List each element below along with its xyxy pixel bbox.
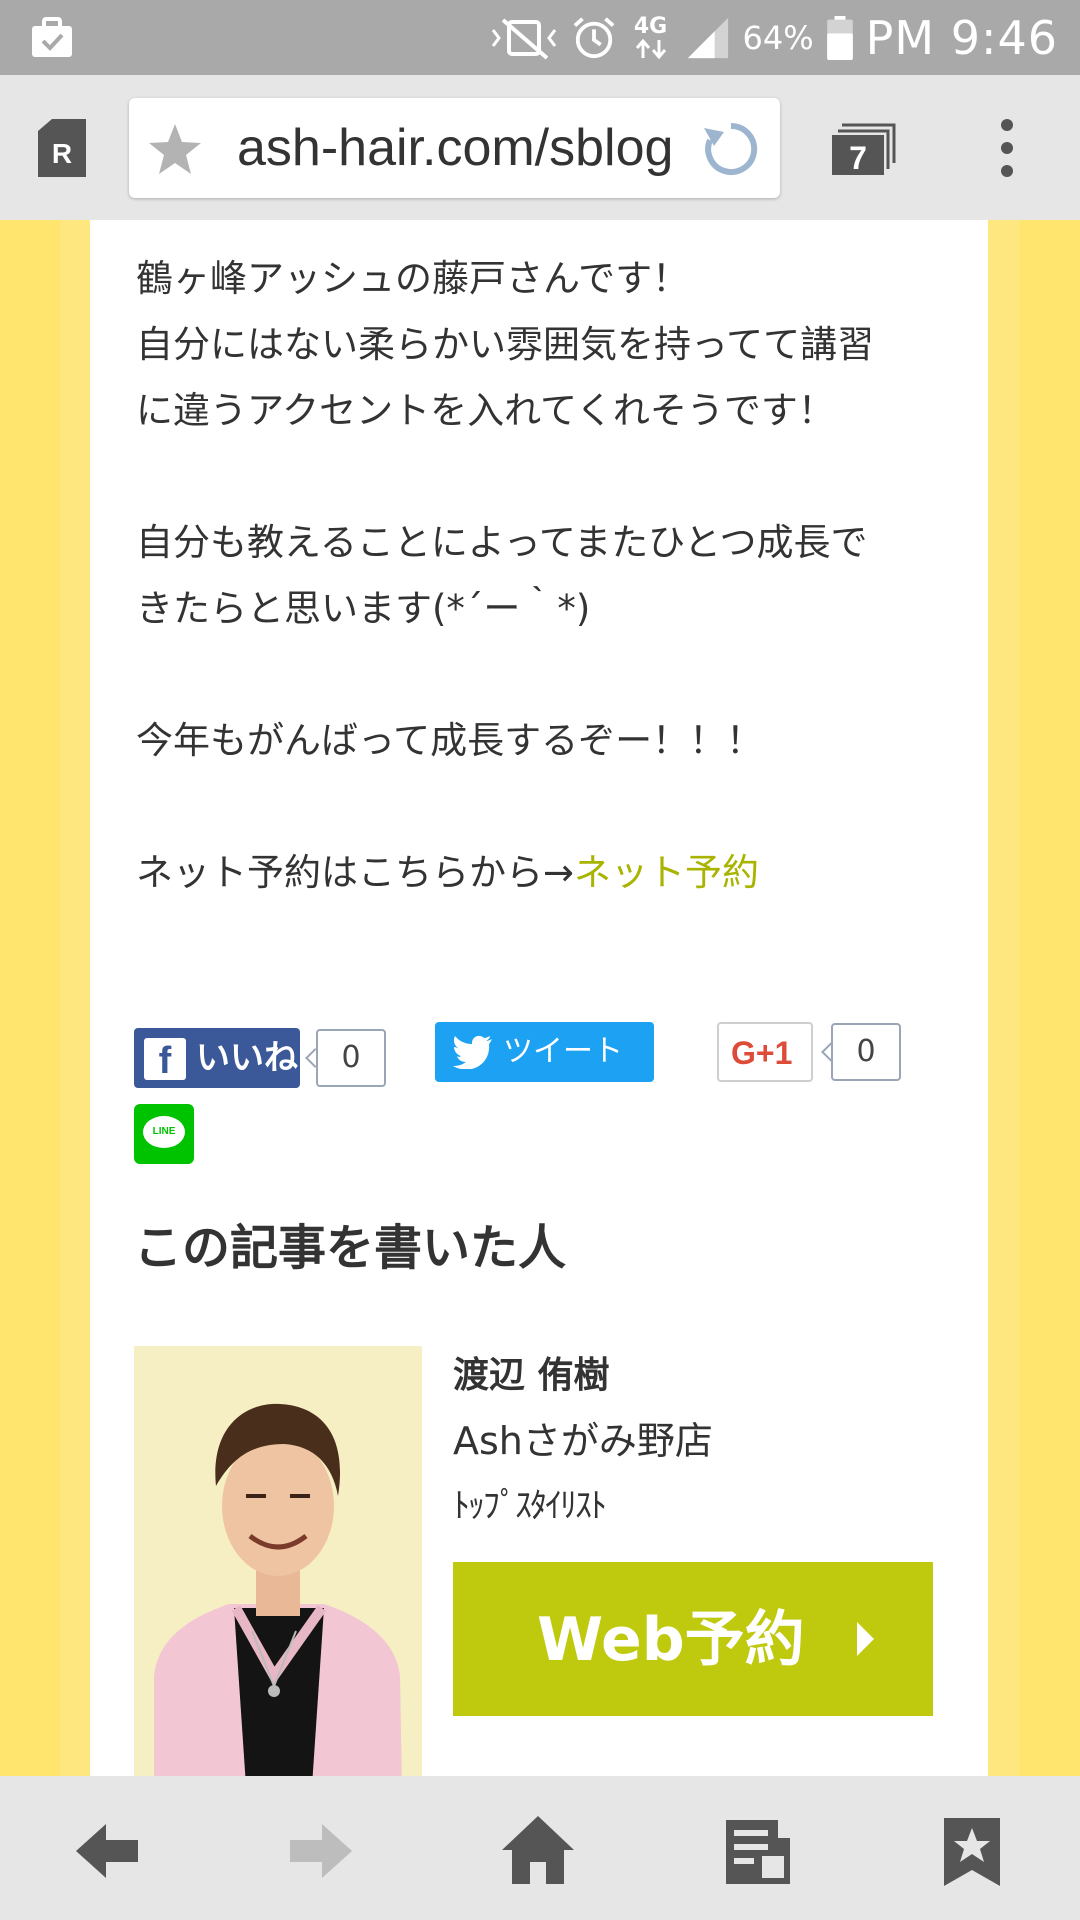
author-portrait-image <box>134 1346 422 1776</box>
facebook-like-button[interactable]: f いいね <box>134 1028 300 1088</box>
reader-mode-icon[interactable]: R <box>36 117 88 179</box>
browser-toolbar: R ash-hair.com/sblog 7 <box>0 75 1080 220</box>
briefcase-check-icon <box>32 17 72 57</box>
article-paragraph-3: 今年もがんばって成長するぞー！！！ <box>136 708 956 774</box>
article-paragraph-1: 鶴ヶ峰アッシュの藤戸さんです！ 自分にはない柔らかい雰囲気を持ってて講習 に違う… <box>136 246 956 444</box>
google-plus-label: G+1 <box>731 1035 793 1071</box>
tweet-button[interactable]: ツイート <box>435 1022 654 1082</box>
facebook-like-count: 0 <box>316 1029 386 1087</box>
alarm-icon <box>573 16 614 58</box>
author-shop: Ashさがみ野店 <box>453 1419 713 1463</box>
chevron-right-icon <box>857 1622 874 1656</box>
browser-bottom-bar <box>0 1776 1080 1920</box>
facebook-like-label: いいね <box>196 1038 298 1078</box>
article-paragraph-2: 自分も教えることによってまたひとつ成長で きたらと思います(*´ー｀*) <box>136 510 956 642</box>
saved-pages-icon[interactable] <box>722 1816 794 1888</box>
reservation-line: ネット予約はこちらから→ネット予約 <box>136 840 956 906</box>
tweet-label: ツイート <box>503 1034 623 1069</box>
clock: PM 9:46 <box>865 10 1058 65</box>
tab-count: 7 <box>849 140 867 175</box>
bookmarks-icon[interactable] <box>942 1816 1002 1888</box>
reservation-prefix: ネット予約はこちらから→ <box>136 851 575 894</box>
vibrate-mute-icon <box>491 17 556 60</box>
google-plus-count: 0 <box>831 1023 901 1081</box>
signal-icon <box>687 17 728 58</box>
network-type: 4G <box>633 13 668 39</box>
status-bar: 4G 64% PM 9:46 <box>0 0 1080 75</box>
address-bar[interactable]: ash-hair.com/sblog <box>129 98 780 198</box>
text-line: きたらと思います(*´ー｀*) <box>136 587 591 630</box>
twitter-bird-icon <box>453 1035 492 1069</box>
home-icon[interactable] <box>500 1812 576 1888</box>
battery-percent: 64% <box>742 18 814 57</box>
text-line: に違うアクセントを入れてくれそうです！ <box>136 389 835 432</box>
google-plus-button[interactable]: G+1 <box>717 1022 813 1082</box>
line-share-button[interactable]: LINE <box>134 1104 194 1164</box>
right-yellow-band <box>1020 220 1080 1776</box>
facebook-icon: f <box>144 1038 186 1082</box>
reader-letter: R <box>52 138 72 169</box>
text-line: 今年もがんばって成長するぞー！！！ <box>136 719 764 762</box>
article-content: 鶴ヶ峰アッシュの藤戸さんです！ 自分にはない柔らかい雰囲気を持ってて講習 に違う… <box>90 220 988 1776</box>
text-line: 自分も教えることによってまたひとつ成長で <box>136 521 868 564</box>
left-yellow-band <box>0 220 60 1776</box>
web-reservation-button[interactable]: Web予約 <box>453 1562 933 1716</box>
author-photo <box>134 1346 422 1776</box>
bookmark-star-icon[interactable] <box>147 122 203 178</box>
right-inner-band <box>988 220 1020 1776</box>
reload-icon[interactable] <box>702 120 760 178</box>
line-icon: LINE <box>143 1116 185 1148</box>
web-reservation-label: Web予約 <box>537 1605 805 1675</box>
left-inner-band <box>60 220 90 1776</box>
author-role: ﾄｯﾌﾟｽﾀｲﾘｽﾄ <box>453 1486 607 1526</box>
forward-arrow-icon[interactable] <box>286 1816 356 1886</box>
text-line: 鶴ヶ峰アッシュの藤戸さんです！ <box>136 257 690 300</box>
url-text[interactable]: ash-hair.com/sblog <box>237 116 677 180</box>
battery-icon <box>826 15 853 60</box>
reservation-link[interactable]: ネット予約 <box>574 851 759 894</box>
author-section-title: この記事を書いた人 <box>134 1220 567 1276</box>
tabs-icon[interactable]: 7 <box>832 123 896 175</box>
back-arrow-icon[interactable] <box>72 1816 142 1886</box>
overflow-menu-icon[interactable] <box>996 117 1018 179</box>
author-name: 渡辺 侑樹 <box>453 1355 610 1396</box>
text-line: 自分にはない柔らかい雰囲気を持ってて講習 <box>136 323 875 366</box>
web-page: 鶴ヶ峰アッシュの藤戸さんです！ 自分にはない柔らかい雰囲気を持ってて講習 に違う… <box>0 220 1080 1776</box>
network-arrows-icon: 4G <box>629 13 673 60</box>
